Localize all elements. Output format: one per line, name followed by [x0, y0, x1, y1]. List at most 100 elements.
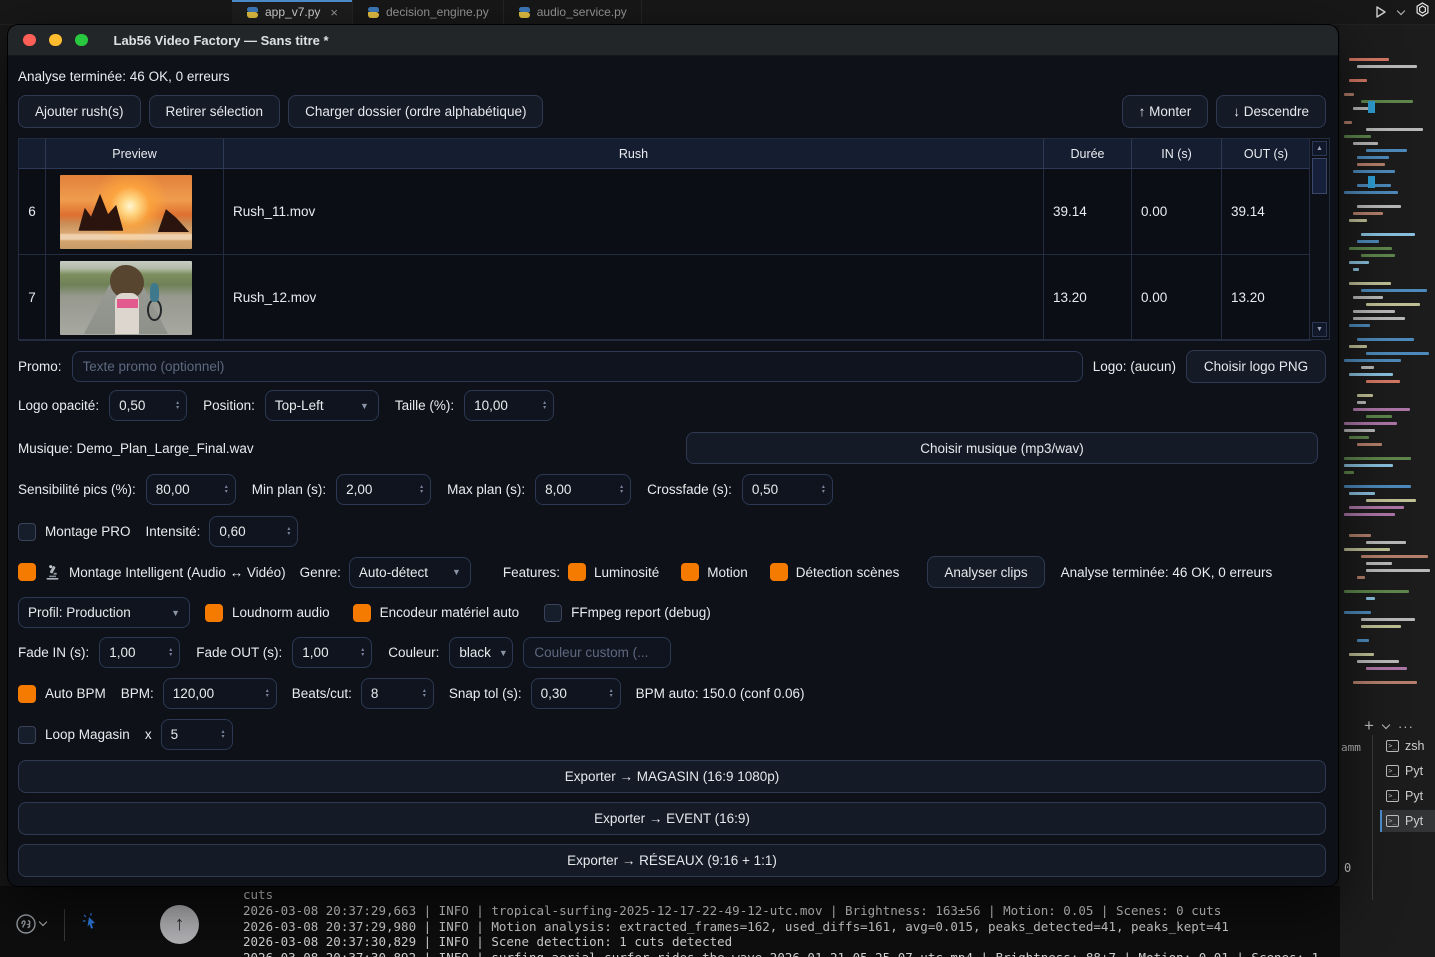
loop-magasin-checkbox[interactable]: [18, 726, 36, 744]
close-icon[interactable]: ×: [330, 5, 338, 20]
tab-audio-service[interactable]: audio_service.py: [504, 0, 642, 24]
hw-encoder-checkbox[interactable]: [353, 604, 371, 622]
analyse-clips-button[interactable]: Analyser clips: [927, 556, 1044, 588]
min-shot-spinner[interactable]: 2,00▴▾: [336, 474, 431, 505]
preview-cell: [46, 169, 224, 255]
preview-cell: [46, 255, 224, 341]
out-cell: 39.14: [1222, 169, 1311, 255]
choose-music-button[interactable]: Choisir musique (mp3/wav): [686, 432, 1318, 464]
promo-input[interactable]: [72, 351, 1083, 382]
max-shot-label: Max plan (s):: [447, 482, 525, 497]
load-folder-button[interactable]: Charger dossier (ordre alphabétique): [288, 95, 543, 128]
log-line: 2026-03-08 20:37:30,829 | INFO | Scene d…: [243, 934, 732, 949]
genre-label: Genre:: [300, 565, 341, 580]
tab-label: app_v7.py: [265, 5, 320, 19]
export-reseaux-button[interactable]: Exporter → RÉSEAUX (9:16 + 1:1): [18, 844, 1326, 877]
max-shot-spinner[interactable]: 8,00▴▾: [535, 474, 631, 505]
genre-combobox[interactable]: Auto-détect▼: [349, 557, 471, 588]
custom-color-input[interactable]: [523, 637, 671, 668]
terminal-icon: >_: [1386, 740, 1399, 752]
fade-color-combobox[interactable]: black▼: [449, 637, 513, 668]
log-output: cuts 2026-03-08 20:37:29,663 | INFO | tr…: [243, 887, 1319, 957]
motion-checkbox[interactable]: [681, 563, 699, 581]
export-magasin-button[interactable]: Exporter → MAGASIN (16:9 1080p): [18, 760, 1326, 793]
min-shot-label: Min plan (s):: [252, 482, 326, 497]
openai-icon[interactable]: [1414, 1, 1431, 23]
choose-logo-button[interactable]: Choisir logo PNG: [1186, 350, 1326, 383]
scroll-to-top-button[interactable]: ↑: [160, 905, 199, 944]
position-combobox[interactable]: Top-Left▼: [265, 390, 379, 421]
log-line: 2026-03-08 20:37:30,892 | INFO | surfing…: [243, 950, 1319, 957]
scroll-mark: [1368, 176, 1375, 188]
col-header-preview: Preview: [46, 139, 224, 169]
scene-detect-checkbox[interactable]: [770, 563, 788, 581]
run-dropdown-chevron-icon[interactable]: [1397, 6, 1405, 14]
crossfade-spinner[interactable]: 0,50▴▾: [742, 474, 833, 505]
scroll-up-arrow-icon[interactable]: ▲: [1312, 141, 1327, 156]
smart-montage-checkbox[interactable]: [18, 563, 36, 581]
montage-pro-checkbox[interactable]: [18, 523, 36, 541]
beats-per-cut-spinner[interactable]: 8▴▾: [361, 678, 434, 709]
peak-sensitivity-spinner[interactable]: 80,00▴▾: [146, 474, 236, 505]
motion-label: Motion: [707, 565, 748, 580]
window-titlebar[interactable]: Lab56 Video Factory — Sans titre *: [8, 25, 1338, 56]
col-header-out: OUT (s): [1222, 139, 1311, 169]
export-event-button[interactable]: Exporter → EVENT (16:9): [18, 802, 1326, 835]
terminal-item-python-1[interactable]: >_ Pyt: [1380, 760, 1435, 782]
close-window-button[interactable]: [23, 34, 36, 47]
remove-selection-button[interactable]: Retirer sélection: [149, 95, 281, 128]
in-cell: 0.00: [1132, 255, 1222, 341]
row-number: 6: [19, 169, 46, 255]
table-row[interactable]: 7 Rush_12.mov 13.20 0.00 13.20: [19, 255, 1311, 341]
scrollbar-thumb[interactable]: [1312, 158, 1327, 194]
fade-in-spinner[interactable]: 1,00▴▾: [99, 637, 180, 668]
fade-in-label: Fade IN (s):: [18, 645, 89, 660]
table-row[interactable]: 6 Rush_11.mov 39.14 0.00 39.14: [19, 169, 1311, 255]
more-actions-icon[interactable]: ···: [1398, 719, 1414, 734]
move-down-button[interactable]: ↓ Descendre: [1216, 95, 1326, 128]
logo-status: Logo: (aucun): [1093, 359, 1176, 374]
hw-encoder-label: Encodeur matériel auto: [380, 605, 520, 620]
terminal-list: >_ zsh >_ Pyt >_ Pyt >_ Pyt: [1380, 735, 1435, 835]
loudnorm-checkbox[interactable]: [205, 604, 223, 622]
log-line: 2026-03-08 20:37:29,663 | INFO | tropica…: [243, 903, 1221, 918]
brightness-checkbox[interactable]: [568, 563, 586, 581]
terminal-icon: >_: [1386, 790, 1399, 802]
ai-cursor-icon[interactable]: [80, 911, 102, 938]
logo-opacity-spinner[interactable]: 0,50▴▾: [109, 390, 187, 421]
fade-out-spinner[interactable]: 1,00▴▾: [292, 637, 372, 668]
size-spinner[interactable]: 10,00▴▾: [464, 390, 554, 421]
overlay-chevron-icon[interactable]: [39, 918, 47, 926]
move-up-button[interactable]: ↑ Monter: [1122, 95, 1209, 128]
table-scrollbar[interactable]: ▲ ▼: [1309, 139, 1329, 339]
terminal-item-python-2[interactable]: >_ Pyt: [1380, 785, 1435, 807]
snap-tolerance-spinner[interactable]: 0,30▴▾: [531, 678, 621, 709]
log-line: 2026-03-08 20:37:29,980 | INFO | Motion …: [243, 919, 1229, 934]
overlay-divider: [64, 909, 65, 941]
intensity-spinner[interactable]: 0,60▴▾: [209, 516, 298, 547]
terminal-item-zsh[interactable]: >_ zsh: [1380, 735, 1435, 757]
loop-count-spinner[interactable]: 5▴▾: [161, 719, 233, 750]
tab-app-v7[interactable]: app_v7.py ×: [232, 0, 353, 24]
profile-combobox[interactable]: Profil: Production▼: [18, 597, 190, 628]
table-header-row: Preview Rush Durée IN (s) OUT (s): [19, 139, 1311, 169]
assistant-brain-icon[interactable]: [14, 912, 38, 941]
ffmpeg-report-checkbox[interactable]: [544, 604, 562, 622]
loudnorm-label: Loudnorm audio: [232, 605, 330, 620]
bpm-spinner[interactable]: 120,00▴▾: [163, 678, 277, 709]
tab-decision-engine[interactable]: decision_engine.py: [353, 0, 504, 24]
zoom-window-button[interactable]: [75, 34, 88, 47]
microscope-icon: [44, 564, 61, 581]
minimize-window-button[interactable]: [49, 34, 62, 47]
terminal-dropdown-chevron-icon[interactable]: [1382, 720, 1390, 728]
promo-label: Promo:: [18, 359, 62, 374]
run-button[interactable]: [1374, 5, 1388, 19]
position-label: Position:: [203, 398, 255, 413]
auto-bpm-checkbox[interactable]: [18, 685, 36, 703]
analysis-status-top: Analyse terminée: 46 OK, 0 erreurs: [18, 69, 230, 84]
overlay-controls: ↑: [0, 900, 230, 957]
terminal-item-python-3[interactable]: >_ Pyt: [1380, 810, 1435, 832]
add-rush-button[interactable]: Ajouter rush(s): [18, 95, 141, 128]
new-terminal-icon[interactable]: +: [1364, 716, 1374, 736]
scroll-down-arrow-icon[interactable]: ▼: [1312, 322, 1327, 337]
